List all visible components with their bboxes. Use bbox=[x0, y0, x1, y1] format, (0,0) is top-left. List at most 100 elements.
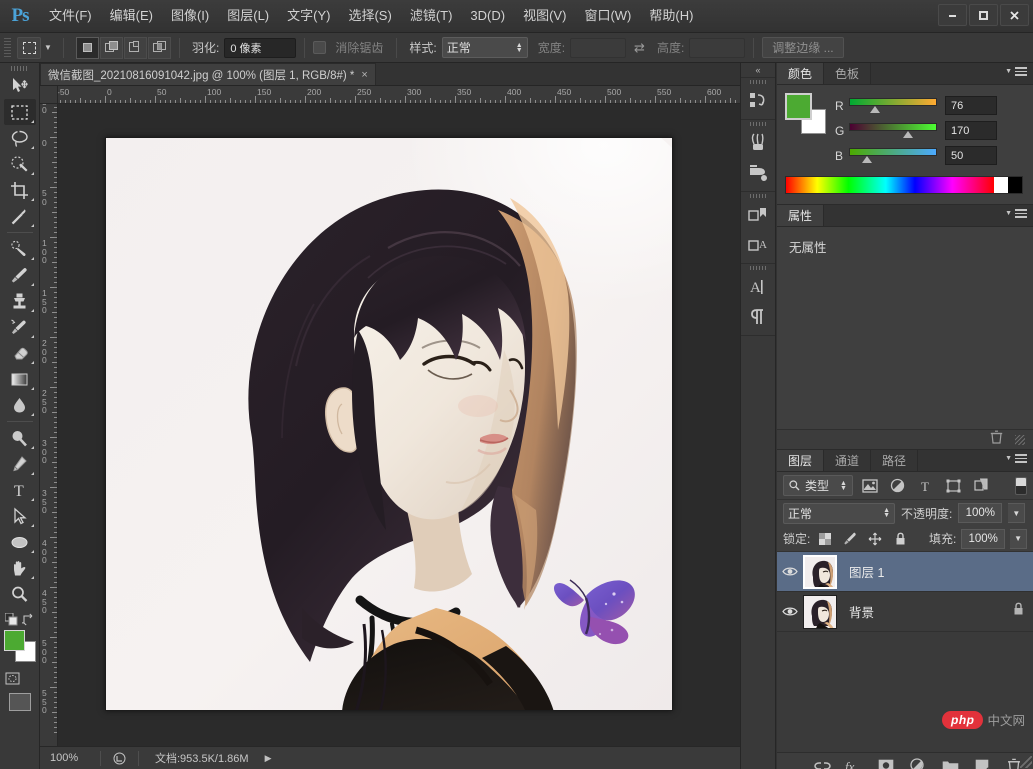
menu-view[interactable]: 视图(V) bbox=[514, 4, 575, 28]
gradient-tool[interactable] bbox=[4, 366, 36, 392]
channel-slider-r[interactable] bbox=[849, 97, 937, 115]
type-filter-icon[interactable]: T bbox=[915, 475, 937, 497]
dock-grip[interactable] bbox=[741, 120, 775, 128]
menu-filter[interactable]: 滤镜(T) bbox=[401, 4, 462, 28]
shape-filter-icon[interactable] bbox=[943, 475, 965, 497]
width-input[interactable] bbox=[570, 37, 627, 58]
channel-value-r[interactable]: 76 bbox=[945, 96, 997, 115]
layer-visibility-icon[interactable] bbox=[777, 566, 803, 577]
maximize-button[interactable] bbox=[969, 4, 998, 26]
layer-comps-icon[interactable] bbox=[741, 200, 775, 230]
history-brush-tool[interactable] bbox=[4, 314, 36, 340]
character-icon[interactable]: A bbox=[741, 272, 775, 302]
zoom-tool[interactable] bbox=[4, 581, 36, 607]
lock-image-icon[interactable] bbox=[840, 529, 860, 549]
layer-visibility-icon[interactable] bbox=[777, 606, 803, 617]
layer-name[interactable]: 图层 1 bbox=[849, 562, 884, 581]
brush-icon[interactable] bbox=[741, 158, 775, 188]
intersect-selection-button[interactable] bbox=[148, 36, 171, 59]
channel-value-b[interactable]: 50 bbox=[945, 146, 997, 165]
style-select[interactable]: 正常 ▲ ▼ bbox=[441, 37, 528, 58]
adjustment-filter-icon[interactable] bbox=[887, 475, 909, 497]
trash-icon[interactable] bbox=[990, 430, 1003, 449]
channel-slider-g[interactable] bbox=[849, 122, 937, 140]
standard-mode-icon[interactable] bbox=[5, 669, 20, 687]
link-layers-icon[interactable] bbox=[813, 757, 831, 769]
ruler-corner[interactable] bbox=[40, 86, 58, 104]
fill-value[interactable]: 100% bbox=[961, 528, 1006, 549]
pixel-filter-icon[interactable] bbox=[859, 475, 881, 497]
color-panel-menu-button[interactable]: ▼ bbox=[1005, 67, 1027, 76]
eyedropper-tool[interactable] bbox=[4, 203, 36, 229]
layer-name[interactable]: 背景 bbox=[849, 602, 874, 621]
tab-channels[interactable]: 通道 bbox=[824, 450, 872, 471]
brush-tool[interactable] bbox=[4, 262, 36, 288]
dodge-tool[interactable] bbox=[4, 425, 36, 451]
lock-all-icon[interactable] bbox=[890, 529, 910, 549]
menu-file[interactable]: 文件(F) bbox=[40, 4, 101, 28]
artboard[interactable] bbox=[105, 137, 673, 711]
minimize-button[interactable] bbox=[938, 4, 967, 26]
smart-object-filter-icon[interactable] bbox=[971, 475, 993, 497]
menu-layer[interactable]: 图层(L) bbox=[218, 4, 278, 28]
properties-panel-menu-button[interactable]: ▼ bbox=[1005, 209, 1027, 218]
menu-type[interactable]: 文字(Y) bbox=[278, 4, 339, 28]
menu-edit[interactable]: 编辑(E) bbox=[101, 4, 162, 28]
spot-healing-brush-tool[interactable] bbox=[4, 236, 36, 262]
quick-selection-tool[interactable] bbox=[4, 151, 36, 177]
color-spectrum-bar[interactable] bbox=[785, 176, 1023, 194]
blur-tool[interactable] bbox=[4, 392, 36, 418]
color-panel-foreground-swatch[interactable] bbox=[785, 93, 812, 120]
vertical-ruler[interactable]: -50 0 50 100 150 200 250 300 350 400 450 500 550 bbox=[40, 104, 58, 746]
quick-mask-toggle[interactable] bbox=[5, 669, 35, 689]
ellipse-shape-tool[interactable] bbox=[4, 529, 36, 555]
tab-properties[interactable]: 属性 bbox=[777, 205, 825, 226]
new-adjustment-layer-icon[interactable] bbox=[909, 757, 927, 769]
status-expand-arrow-icon[interactable]: ▶ bbox=[265, 753, 272, 764]
add-layer-mask-icon[interactable] bbox=[877, 757, 895, 769]
hand-tool[interactable] bbox=[4, 555, 36, 581]
paragraph-icon[interactable] bbox=[741, 302, 775, 332]
table-row[interactable]: 背景 bbox=[777, 592, 1033, 632]
tab-layers[interactable]: 图层 bbox=[777, 450, 825, 471]
lasso-tool[interactable] bbox=[4, 125, 36, 151]
type-tool[interactable]: T bbox=[4, 477, 36, 503]
tool-preset-chevron-down-icon[interactable]: ▼ bbox=[41, 37, 55, 59]
default-colors-icon[interactable] bbox=[4, 613, 18, 626]
layers-panel-menu-button[interactable]: ▼ bbox=[1005, 454, 1027, 463]
zoom-level[interactable]: 100% bbox=[40, 752, 94, 764]
layer-style-fx-icon[interactable]: fx bbox=[845, 757, 863, 769]
document-info-icon[interactable] bbox=[107, 752, 132, 765]
swap-colors-icon[interactable] bbox=[21, 613, 35, 626]
adjustments-icon[interactable]: A bbox=[741, 230, 775, 260]
dock-grip[interactable] bbox=[741, 264, 775, 272]
rectangular-marquee-tool[interactable] bbox=[3, 99, 36, 125]
brush-presets-icon[interactable] bbox=[741, 128, 775, 158]
refine-edge-button[interactable]: 调整边缘 ... bbox=[762, 37, 844, 58]
add-to-selection-button[interactable] bbox=[100, 36, 123, 59]
path-selection-tool[interactable] bbox=[4, 503, 36, 529]
tab-color[interactable]: 颜色 bbox=[777, 63, 825, 84]
layer-thumbnail[interactable] bbox=[803, 554, 837, 589]
menu-select[interactable]: 选择(S) bbox=[339, 4, 400, 28]
layer-filter-kind-select[interactable]: 类型 ▲ ▼ bbox=[783, 475, 853, 496]
opacity-chevron-down-icon[interactable]: ▼ bbox=[1008, 503, 1026, 523]
menu-image[interactable]: 图像(I) bbox=[162, 4, 218, 28]
channel-value-g[interactable]: 170 bbox=[945, 121, 997, 140]
horizontal-ruler[interactable]: -50 0 50 100 150 200 250 300 350 400 450 500 550 600 bbox=[58, 86, 740, 104]
feather-input[interactable]: 0 像素 bbox=[224, 37, 297, 58]
dock-grip[interactable] bbox=[741, 192, 775, 200]
foreground-color-swatch[interactable] bbox=[3, 630, 25, 651]
height-input[interactable] bbox=[689, 37, 746, 58]
antialias-checkbox[interactable] bbox=[313, 41, 327, 54]
current-tool-icon[interactable] bbox=[17, 36, 41, 59]
new-selection-button[interactable] bbox=[76, 36, 99, 59]
lock-position-icon[interactable] bbox=[865, 529, 885, 549]
swap-width-height-icon[interactable]: ⇄ bbox=[634, 40, 645, 56]
dock-grip[interactable] bbox=[741, 78, 775, 86]
image-viewport[interactable] bbox=[58, 104, 740, 746]
opacity-value[interactable]: 100% bbox=[958, 503, 1003, 523]
screen-mode-button[interactable] bbox=[8, 693, 31, 711]
close-button[interactable] bbox=[1000, 4, 1029, 26]
toolbar-grip[interactable] bbox=[0, 63, 39, 73]
